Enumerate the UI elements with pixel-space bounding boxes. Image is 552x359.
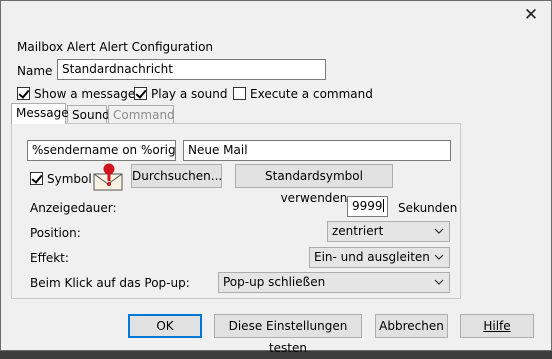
effect-select[interactable]: Ein- und ausgleiten bbox=[309, 247, 450, 268]
checkbox-box bbox=[233, 87, 246, 100]
show-message-label: Show a message bbox=[34, 87, 136, 101]
duration-unit: Sekunden bbox=[398, 201, 458, 215]
test-settings-button[interactable]: Diese Einstellungen testen bbox=[214, 314, 362, 355]
chevron-down-icon bbox=[434, 279, 444, 285]
message-text-input[interactable]: Neue Mail bbox=[183, 140, 451, 161]
play-sound-label: Play a sound bbox=[151, 87, 228, 101]
chevron-down-icon bbox=[434, 228, 444, 234]
click-action-value: Pop-up schließen bbox=[223, 275, 326, 289]
checkbox-box bbox=[17, 87, 30, 100]
tab-command[interactable]: Command bbox=[108, 105, 175, 124]
mail-alert-icon bbox=[92, 163, 126, 193]
dialog-heading: Mailbox Alert Alert Configuration bbox=[17, 40, 214, 54]
position-value: zentriert bbox=[332, 224, 384, 238]
symbol-checkbox[interactable]: Symbol bbox=[30, 172, 92, 186]
checkbox-box bbox=[30, 172, 43, 185]
duration-input[interactable]: 9999 bbox=[347, 196, 388, 217]
browse-button[interactable]: Durchsuchen... bbox=[131, 164, 222, 188]
checkbox-box bbox=[134, 87, 147, 100]
help-label: Hilfe bbox=[483, 319, 511, 333]
position-label: Position: bbox=[30, 226, 81, 240]
effect-value: Ein- und ausgleiten bbox=[314, 250, 430, 264]
show-message-checkbox[interactable]: Show a message bbox=[17, 87, 135, 101]
configuration-dialog: ✕ Mailbox Alert Alert Configuration Name… bbox=[0, 0, 552, 355]
position-select[interactable]: zentriert bbox=[327, 221, 450, 242]
click-action-select[interactable]: Pop-up schließen bbox=[218, 272, 450, 293]
play-sound-checkbox[interactable]: Play a sound bbox=[134, 87, 227, 101]
name-input[interactable]: Standardnachricht bbox=[57, 59, 326, 80]
name-label: Name bbox=[17, 64, 53, 78]
symbol-label: Symbol bbox=[47, 172, 92, 186]
click-action-label: Beim Klick auf das Pop-up: bbox=[30, 276, 190, 290]
tab-message[interactable]: Message bbox=[11, 103, 69, 124]
cancel-button[interactable]: Abbrechen bbox=[375, 314, 448, 338]
ok-button[interactable]: OK bbox=[128, 314, 202, 338]
default-symbol-button[interactable]: Standardsymbol verwenden bbox=[235, 164, 393, 205]
effect-label: Effekt: bbox=[30, 251, 69, 265]
duration-label: Anzeigedauer: bbox=[30, 201, 117, 215]
tab-sound[interactable]: Sound bbox=[67, 105, 110, 124]
message-subject-input[interactable]: %sendername on %origina bbox=[27, 140, 176, 161]
close-icon[interactable]: ✕ bbox=[517, 3, 545, 27]
execute-command-label: Execute a command bbox=[250, 87, 373, 101]
help-button[interactable]: Hilfe bbox=[460, 314, 534, 338]
execute-command-checkbox[interactable]: Execute a command bbox=[233, 87, 373, 101]
text-caret bbox=[382, 199, 384, 212]
chevron-down-icon bbox=[434, 254, 444, 260]
duration-value: 9999 bbox=[352, 199, 383, 213]
title-bar: ✕ bbox=[1, 1, 551, 31]
